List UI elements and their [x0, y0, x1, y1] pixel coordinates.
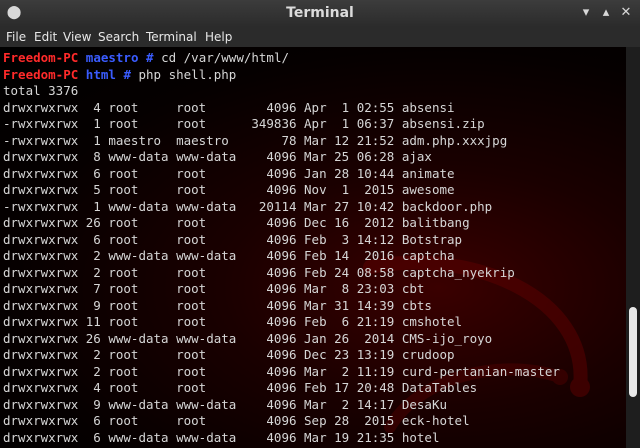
output-line: drwxrwxrwx 6 root root 4096 Sep 28 2015 …: [3, 413, 470, 428]
output-line: drwxrwxrwx 9 root root 4096 Mar 31 14:39…: [3, 297, 432, 313]
output-line: drwxrwxrwx 7 root root 4096 Mar 8 23:03 …: [3, 281, 425, 296]
output-line: drwxrwxrwx 9 www-data www-data 4096 Mar …: [3, 396, 448, 412]
scrollbar[interactable]: [626, 47, 640, 448]
output-line: drwxrwxrwx 2 root root 4096 Dec 23 13:19…: [3, 347, 455, 362]
prompt-command: cd /var/www/html/: [161, 50, 290, 65]
prompt-command: php shell.php: [138, 66, 237, 82]
menu-help[interactable]: Help: [205, 30, 232, 44]
prompt-host: Freedom-PC: [3, 66, 79, 82]
output-line: drwxrwxrwx 11 root root 4096 Feb 6 21:19…: [3, 314, 463, 329]
output-line: drwxrwxrwx 5 root root 4096 Nov 1 2015 a…: [3, 182, 455, 197]
prompt-host: Freedom-PC: [3, 50, 79, 65]
title-bar[interactable]: ⬤ Terminal ▾ ▴ ✕: [0, 0, 640, 27]
menu-file[interactable]: File: [6, 30, 26, 44]
menu-terminal[interactable]: Terminal: [146, 30, 197, 44]
output-line: drwxrwxrwx 2 www-data www-data 4096 Feb …: [3, 248, 455, 263]
output-line: -rwxrwxrwx 1 root root 349836 Apr 1 06:3…: [3, 116, 485, 131]
menu-view[interactable]: View: [63, 30, 91, 44]
prompt-dir: html: [85, 66, 116, 82]
terminal-window: ⬤ Terminal ▾ ▴ ✕ File Edit View Search T…: [0, 0, 640, 448]
minimize-icon[interactable]: ▾: [578, 5, 594, 21]
output-line: drwxrwxrwx 4 root root 4096 Apr 1 02:55 …: [3, 99, 455, 115]
scrollbar-thumb[interactable]: [629, 307, 637, 397]
window-title: Terminal: [286, 5, 354, 21]
prompt-symbol: #: [123, 66, 131, 82]
output-line: drwxrwxrwx 2 root root 4096 Feb 24 08:58…: [3, 264, 515, 280]
output-line: -rwxrwxrwx 1 maestro maestro 78 Mar 12 2…: [3, 132, 508, 148]
prompt-line: Freedom-PC html # php shell.php: [3, 67, 560, 84]
menu-search[interactable]: Search: [98, 30, 139, 44]
output-line: drwxrwxrwx 8 www-data www-data 4096 Mar …: [3, 149, 432, 164]
output-line: drwxrwxrwx 6 root root 4096 Jan 28 10:44…: [3, 165, 455, 181]
output-line: drwxrwxrwx 4 root root 4096 Feb 17 20:48…: [3, 380, 478, 395]
output-line: total 3376: [3, 83, 79, 98]
output-line: drwxrwxrwx 26 www-data www-data 4096 Jan…: [3, 330, 493, 346]
prompt-dir: maestro: [85, 50, 139, 65]
prompt-symbol: #: [146, 50, 154, 65]
maximize-icon[interactable]: ▴: [598, 5, 614, 21]
output-line: drwxrwxrwx 2 root root 4096 Mar 2 11:19 …: [3, 363, 560, 379]
output-line: -rwxrwxrwx 1 www-data www-data 20114 Mar…: [3, 198, 493, 214]
output-line: drwxrwxrwx 26 root root 4096 Dec 16 2012…: [3, 215, 470, 230]
menu-edit[interactable]: Edit: [34, 30, 57, 44]
terminal-area[interactable]: Freedom-PC maestro # cd /var/www/html/ F…: [0, 47, 626, 448]
close-icon[interactable]: ✕: [618, 5, 634, 21]
output-line: drwxrwxrwx 6 www-data www-data 4096 Mar …: [3, 429, 440, 445]
terminal-output: Freedom-PC maestro # cd /var/www/html/ F…: [3, 50, 560, 446]
prompt-line: Freedom-PC maestro # cd /var/www/html/: [3, 50, 560, 67]
menu-bar: File Edit View Search Terminal Help: [0, 27, 640, 47]
output-line: drwxrwxrwx 6 root root 4096 Feb 3 14:12 …: [3, 231, 463, 247]
